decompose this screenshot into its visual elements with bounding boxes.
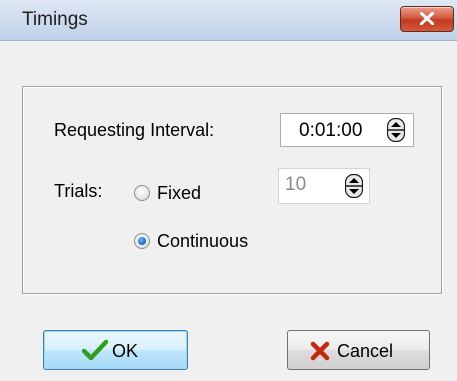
window-title: Timings (22, 9, 88, 30)
close-button[interactable] (400, 6, 454, 32)
trials-label: Trials: (54, 181, 103, 201)
fixed-label[interactable]: Fixed (157, 183, 201, 204)
fixed-radio[interactable] (134, 185, 150, 201)
fixed-trials-spinner[interactable]: 10 (278, 168, 370, 204)
ok-label: OK (112, 341, 139, 361)
title-bar: Timings (0, 0, 457, 41)
cancel-label: Cancel (337, 341, 394, 361)
close-x-icon (420, 12, 434, 25)
requesting-interval-label: Requesting Interval: (54, 120, 215, 140)
spin-up-down-icon[interactable] (387, 118, 405, 142)
cancel-x-icon (310, 341, 330, 361)
requesting-interval-value: 0:01:00 (299, 120, 363, 141)
spin-up-down-icon[interactable] (345, 174, 363, 198)
radio-selected-dot (138, 237, 146, 245)
cancel-button[interactable]: Cancel (287, 330, 430, 370)
requesting-interval-spinner[interactable]: 0:01:00 (280, 113, 414, 147)
check-icon (82, 339, 108, 361)
continuous-radio[interactable] (134, 233, 150, 249)
fixed-trials-value: 10 (285, 174, 307, 195)
continuous-label[interactable]: Continuous (157, 231, 248, 252)
ok-button[interactable]: OK (43, 330, 188, 370)
